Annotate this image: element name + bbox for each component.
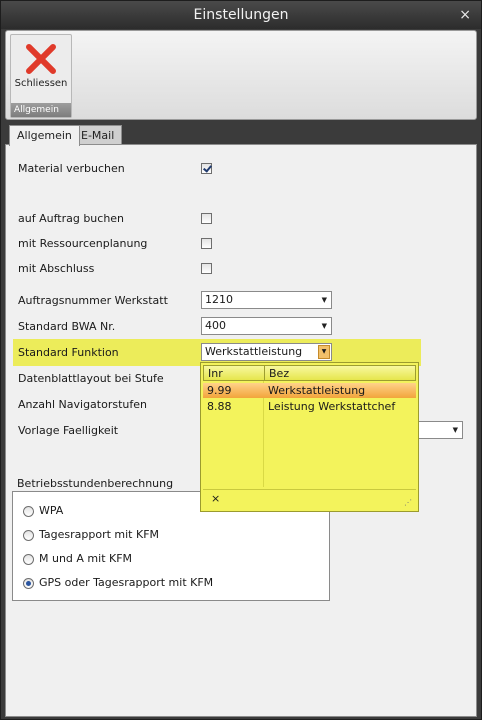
label-datenblattlayout: Datenblattlayout bei Stufe (18, 372, 164, 385)
ribbon-group-label: Allgemein (11, 103, 71, 117)
window-close-icon[interactable]: × (459, 1, 471, 29)
tab-strip: Allgemein E-Mail (9, 125, 479, 146)
checkbox-mit-ressourcenplanung[interactable] (201, 238, 212, 249)
row-inr: 8.88 (207, 400, 232, 413)
radio-gps[interactable] (23, 578, 34, 589)
checkbox-auf-auftrag-buchen[interactable] (201, 213, 212, 224)
label-anzahl-navigatorstufen: Anzahl Navigatorstufen (18, 398, 147, 411)
radio-wpa[interactable] (23, 506, 34, 517)
popup-footer: × ⋰ (203, 489, 416, 509)
radio-label-gps: GPS oder Tagesrapport mit KFM (39, 576, 214, 589)
label-auf-auftrag-buchen: auf Auftrag buchen (18, 212, 125, 225)
close-button-label: Schliessen (14, 78, 68, 89)
clear-icon[interactable]: × (211, 492, 220, 505)
combo-vorlage-faelligkeit[interactable]: ▼ (414, 421, 463, 439)
radio-tagesrapport[interactable] (23, 530, 34, 541)
close-button[interactable]: Schliessen (12, 36, 70, 100)
row-bez: Leistung Werkstattchef (268, 400, 396, 413)
combo-standard-bwa[interactable]: 400 ▼ (201, 317, 332, 335)
chevron-down-icon: ▼ (452, 426, 458, 434)
title-bar: Einstellungen × (1, 1, 481, 29)
label-auftragsnummer-werkstatt: Auftragsnummer Werkstatt (18, 294, 168, 307)
column-header-inr[interactable]: Inr (208, 367, 223, 380)
checkbox-mit-abschluss[interactable] (201, 263, 212, 274)
radio-label-tagesrapport: Tagesrapport mit KFM (39, 528, 160, 541)
label-standard-funktion: Standard Funktion (18, 346, 119, 359)
radio-label-m-und-a: M und A mit KFM (39, 552, 133, 565)
combo-value: 400 (205, 319, 226, 332)
red-x-icon (26, 44, 56, 74)
checkbox-material-verbuchen[interactable] (201, 163, 212, 174)
column-separator (264, 366, 265, 380)
tab-allgemein[interactable]: Allgemein (9, 125, 80, 146)
label-material-verbuchen: Material verbuchen (18, 162, 125, 175)
combo-auftragsnummer-werkstatt[interactable]: 1210 ▼ (201, 291, 332, 309)
column-header-bez[interactable]: Bez (269, 367, 289, 380)
label-standard-bwa: Standard BWA Nr. (18, 320, 116, 333)
label-mit-abschluss: mit Abschluss (18, 262, 95, 275)
radio-label-wpa: WPA (39, 504, 64, 517)
list-item[interactable]: 9.99 Werkstattleistung (203, 383, 416, 398)
ribbon: Schliessen Allgemein (5, 30, 477, 120)
dropdown-button[interactable]: ▼ (318, 345, 330, 359)
resize-grip-icon[interactable]: ⋰ (404, 498, 412, 507)
row-inr: 9.99 (207, 384, 232, 397)
chevron-down-icon: ▼ (321, 322, 327, 330)
label-vorlage-faelligkeit: Vorlage Faelligkeit (18, 424, 119, 437)
chevron-down-icon: ▼ (321, 296, 327, 304)
settings-window: Einstellungen × Schliessen Allgemein All… (0, 0, 482, 720)
combo-value: 1210 (205, 293, 233, 306)
window-title: Einstellungen (193, 7, 289, 23)
popup-header: Inr Bez (203, 365, 416, 381)
radio-m-und-a[interactable] (23, 554, 34, 565)
tab-email[interactable]: E-Mail (73, 125, 123, 145)
ribbon-group-allgemein: Schliessen Allgemein (10, 34, 72, 118)
label-mit-ressourcenplanung: mit Ressourcenplanung (18, 237, 148, 250)
lookup-popup: Inr Bez 9.99 Werkstattleistung 8.88 Leis… (200, 362, 419, 512)
combo-standard-funktion[interactable]: Werkstattleistung ▼ (201, 343, 332, 361)
row-bez: Werkstattleistung (268, 384, 366, 397)
list-item[interactable]: 8.88 Leistung Werkstattchef (203, 399, 416, 414)
group-title-betriebsstunden: Betriebsstundenberechnung (17, 477, 174, 490)
combo-value: Werkstattleistung (205, 345, 303, 358)
